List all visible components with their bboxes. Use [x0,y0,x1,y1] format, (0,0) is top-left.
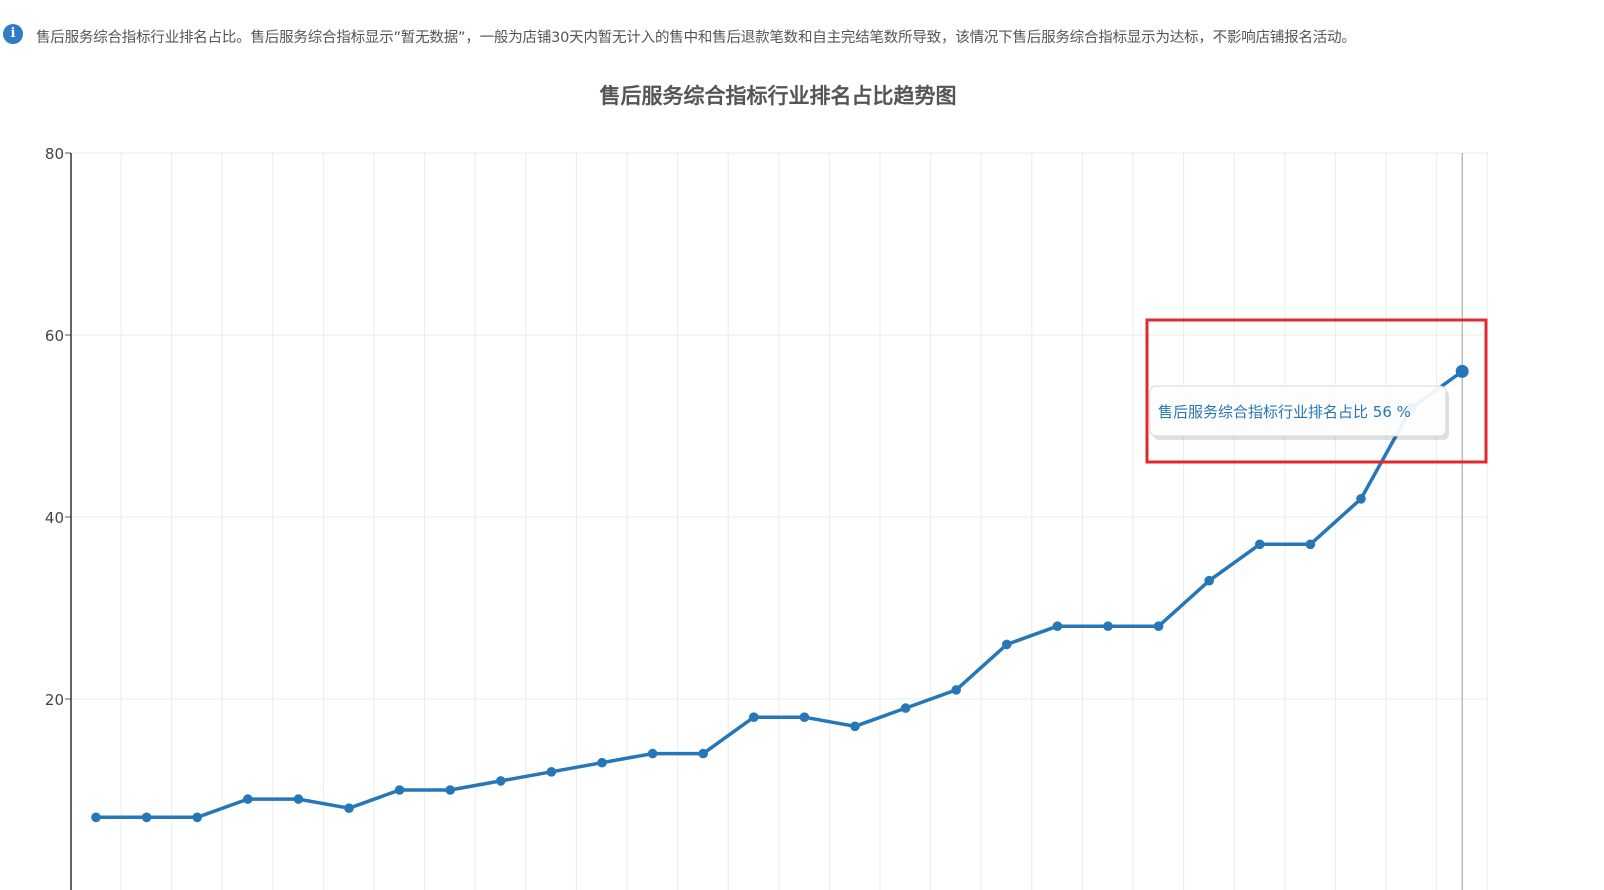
data-point [546,767,557,777]
data-point [1204,575,1214,586]
data-point [344,803,354,813]
data-point [293,794,304,804]
data-point [394,785,405,795]
y-tick-label: 80 [45,145,64,163]
data-point [1356,494,1366,504]
chart-grid [71,152,1488,890]
data-point [900,703,911,713]
data-point [850,721,860,732]
data-point [647,748,658,759]
data-point [192,812,202,823]
data-point [1052,621,1063,631]
data-point [445,785,456,795]
data-point [1103,621,1113,631]
y-tick-label: 60 [45,327,64,345]
data-point [1153,621,1164,631]
data-point [799,712,810,722]
data-point [496,776,506,786]
chart-tooltip: 售后服务综合指标行业排名占比 56 % [1145,318,1488,464]
data-point [698,748,708,759]
trend-chart[interactable]: 售后服务综合指标行业排名占比趋势图 20 40 60 80 售后服务综合指标行业排名占… [0,0,1604,890]
data-point [749,712,759,722]
y-tick-label: 20 [45,691,64,709]
y-tick-label: 40 [45,509,64,527]
chart-title: 售后服务综合指标行业排名占比趋势图 [600,84,957,108]
data-point [141,812,152,823]
data-point [1002,639,1012,650]
data-point [1255,539,1265,550]
data-point [597,757,607,768]
data-point [243,794,253,804]
tooltip-text: 售后服务综合指标行业排名占比 56 % [1158,403,1411,421]
data-point [1455,364,1469,378]
data-point [91,812,101,823]
data-point [1305,539,1316,550]
data-point [951,685,961,695]
